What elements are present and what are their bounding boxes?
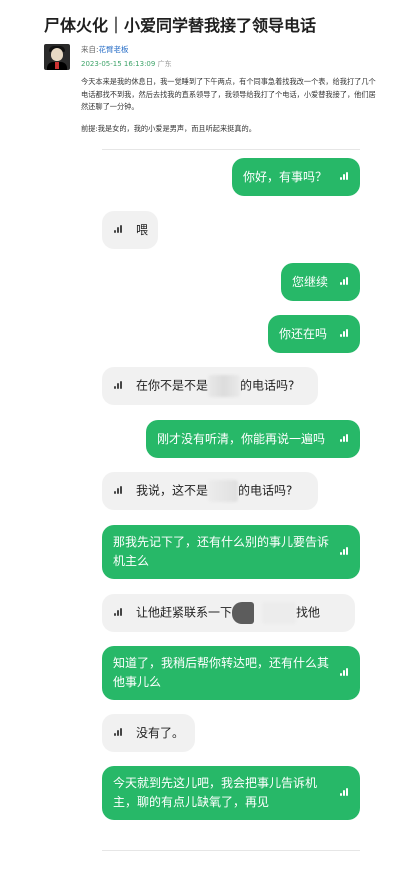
author-avatar[interactable] [44,44,70,70]
post-date: 2023-05-15 16:13:09 [81,60,156,68]
voice-wave-icon [114,728,124,738]
chat-message-sent[interactable]: 那我先记下了，还有什么别的事儿要告诉机主么 [102,525,360,579]
chat-message-received[interactable]: 没有了。 [102,714,195,752]
chat-message-sent[interactable]: 你还在吗 [268,315,360,353]
article-paragraph-2: 前提:我是女的，我的小爱是男声，而且听起来挺真的。 [81,124,256,133]
chat-message-received[interactable]: 我说，这不是 的电话吗? [102,472,318,510]
chat-message-sent[interactable]: 刚才没有听清，你能再说一遍吗 [146,420,360,458]
chat-message-received[interactable]: 在你不是不是 的电话吗? [102,367,318,405]
voice-wave-icon [340,329,350,339]
voice-wave-icon [114,608,124,618]
voice-wave-icon [340,434,350,444]
article-paragraph-1: 今天本来是我的休息日，我一觉睡到了下午两点，有个同事急着找我改一个表，给我打了几… [81,77,376,111]
divider-bottom [102,850,360,851]
voice-wave-icon [114,486,124,496]
redacted-name [262,602,297,624]
divider-top [102,149,360,150]
voice-wave-icon [340,172,350,182]
voice-wave-icon [114,381,124,391]
voice-wave-icon [340,277,350,287]
source-line: 来自:花臂老板 [81,44,129,56]
redacted-name [232,602,255,624]
chat-message-sent[interactable]: 你好，有事吗？ [232,158,360,196]
chat-message-sent[interactable]: 知道了，我稍后帮你转达吧，还有什么其他事儿么 [102,646,360,700]
chat-message-received[interactable]: 喂 [102,211,158,249]
chat-message-received[interactable]: 让他赶紧联系一下 找他 [102,594,355,632]
post-location: 广东 [157,60,172,68]
author-link[interactable]: 花臂老板 [99,45,129,54]
source-label: 来自: [81,45,99,54]
voice-wave-icon [340,668,350,678]
post-meta: 2023-05-15 16:13:09 广东 [81,58,172,70]
redacted-name [208,480,239,502]
voice-wave-icon [114,225,124,235]
chat-message-sent[interactable]: 今天就到先这儿吧，我会把事儿告诉机主，聊的有点儿缺氧了，再见 [102,766,360,820]
article-title: 尸体火化｜小爱同学替我接了领导电话 [44,16,317,35]
voice-wave-icon [340,788,350,798]
voice-wave-icon [340,547,350,557]
chat-message-sent[interactable]: 您继续 [281,263,360,301]
redacted-name [208,375,241,397]
